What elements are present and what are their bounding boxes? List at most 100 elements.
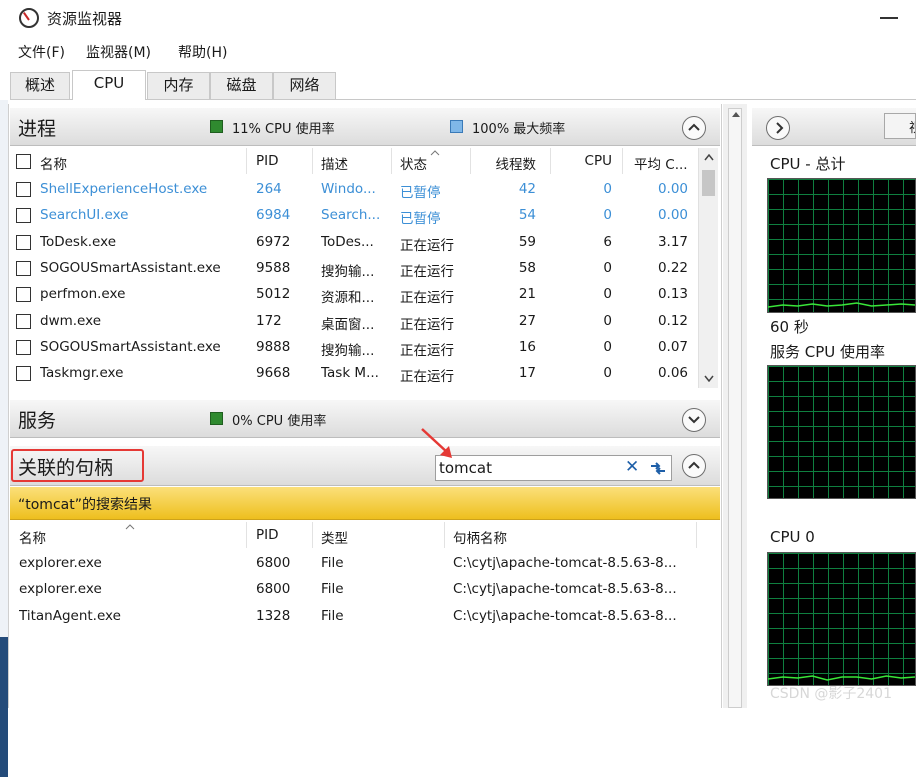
search-result-label: “tomcat”的搜索结果 [18,497,152,513]
handle-name: C:\cytj\apache-tomcat-8.5.63-8... [453,555,677,571]
col-cpu[interactable]: CPU [550,153,612,169]
process-row[interactable]: Taskmgr.exe 9668 Task M... 正在运行 17 0 0.06 [10,362,698,388]
handle-search-input[interactable]: tomcat ✕ [435,455,672,481]
process-row[interactable]: SOGOUSmartAssistant.exe 9588 搜狗输... 正在运行 58 0… [10,257,698,283]
process-avg-cpu: 0.13 [657,286,688,303]
process-pid: 172 [256,312,282,329]
process-pid: 264 [256,181,282,197]
col-name[interactable]: 名称 [40,153,67,173]
clear-search-icon[interactable]: ✕ [625,457,639,477]
process-row[interactable]: SearchUI.exe 6984 Search... 已暂停 54 0 0.00 [10,204,698,230]
process-avg-cpu: 0.00 [657,207,688,224]
menu-monitor[interactable]: 监视器(M) [86,42,151,62]
select-all-checkbox[interactable] [16,154,31,169]
process-name: SOGOUSmartAssistant.exe [40,259,221,276]
collapse-processes-button[interactable] [682,116,706,140]
cpu0-label: CPU 0 [770,528,815,546]
tab-disk[interactable]: 磁盘 [210,72,273,99]
process-checkbox[interactable] [16,287,31,303]
main-pane-scrollbar[interactable] [728,108,742,708]
process-cpu: 0 [603,181,612,197]
handle-pid: 6800 [256,555,291,571]
handle-search-value: tomcat [439,459,492,477]
process-threads: 27 [518,312,536,329]
handle-process-name: TitanAgent.exe [19,607,121,624]
collapse-handles-button[interactable] [682,454,706,478]
col-threads[interactable]: 线程数 [470,153,537,173]
process-pid: 6984 [256,207,291,224]
collapse-graphs-button[interactable] [766,116,790,140]
process-checkbox[interactable] [16,234,31,250]
col-status[interactable]: 状态 [400,153,427,173]
tab-network[interactable]: 网络 [273,72,336,99]
process-row[interactable]: dwm.exe 172 桌面窗... 正在运行 27 0 0.12 [10,310,698,336]
process-threads: 17 [518,365,536,382]
process-checkbox[interactable] [16,313,31,329]
process-checkbox[interactable] [16,208,31,224]
handle-row[interactable]: explorer.exe 6800 File C:\cytj\apache-tomca… [10,552,698,578]
chevron-up-icon [688,123,700,131]
tab-memory[interactable]: 内存 [147,72,210,99]
handle-process-name: explorer.exe [19,581,102,598]
process-threads: 16 [518,338,536,355]
expand-services-button[interactable] [682,408,706,432]
scroll-thumb[interactable] [702,170,715,196]
process-row[interactable]: ToDesk.exe 6972 ToDes... 正在运行 59 6 3.17 [10,231,698,257]
process-row[interactable]: ShellExperienceHost.exe 264 Windo... 已暂停 42 0… [10,178,698,204]
handle-pid: 1328 [256,607,291,624]
process-threads: 58 [518,259,536,276]
col-description[interactable]: 描述 [321,153,348,173]
col-handle-name[interactable]: 句柄名称 [453,527,507,547]
process-checkbox[interactable] [16,182,31,197]
chevron-up-icon [688,461,700,469]
tab-cpu[interactable]: CPU [72,70,146,100]
process-cpu: 0 [603,259,612,276]
process-name: SOGOUSmartAssistant.exe [40,338,221,355]
menu-file[interactable]: 文件(F) [18,42,65,62]
process-cpu: 0 [603,207,612,224]
process-cpu: 0 [603,286,612,303]
handle-row[interactable]: explorer.exe 6800 File C:\cytj\apache-tomca… [10,578,698,604]
handle-row[interactable]: TitanAgent.exe 1328 File C:\cytj\apache-tom… [10,605,698,631]
process-checkbox[interactable] [16,260,31,276]
process-row[interactable]: SOGOUSmartAssistant.exe 9888 搜狗输... 正在运行 16 0… [10,336,698,362]
col-handle-type[interactable]: 类型 [321,527,348,547]
max-frequency-legend-icon [450,120,463,133]
watermark: CSDN @影子2401 [770,686,892,702]
title-bar: 资源监视器 [0,0,916,38]
col-handle-pid[interactable]: PID [256,527,279,543]
tab-bar: 概述 CPU 内存 磁盘 网络 [10,70,916,100]
refresh-search-icon[interactable] [647,457,669,479]
process-description: Windo... [321,181,376,197]
col-handle-process-name[interactable]: 名称 [19,527,46,547]
annotation-highlight-box [11,449,144,482]
minimize-button[interactable] [880,17,898,19]
process-avg-cpu: 3.17 [657,233,688,250]
menu-help[interactable]: 帮助(H) [178,42,227,62]
process-row[interactable]: perfmon.exe 5012 资源和... 正在运行 21 0 0.13 [10,283,698,309]
process-checkbox[interactable] [16,366,31,382]
process-name: Taskmgr.exe [40,365,124,382]
processes-header[interactable]: 进程 11% CPU 使用率 100% 最大频率 [10,108,720,146]
process-status: 正在运行 [400,342,454,359]
process-status: 正在运行 [400,290,454,307]
col-pid[interactable]: PID [256,153,279,169]
left-edge-strip [0,100,8,777]
handles-table: 名称 PID 类型 句柄名称 explorer.exe 6800 File C:\cy… [10,522,698,632]
col-avg-cpu[interactable]: 平均 C... [634,153,696,173]
view-button[interactable]: 视 [884,113,916,139]
process-status: 已暂停 [400,211,441,228]
process-threads: 59 [518,233,536,250]
process-checkbox[interactable] [16,339,31,355]
process-description: 资源和... [321,290,375,307]
process-status: 正在运行 [400,237,454,254]
tab-overview[interactable]: 概述 [10,72,70,99]
process-name: SearchUI.exe [40,207,129,224]
processes-scrollbar[interactable] [698,148,718,388]
services-header[interactable]: 服务 0% CPU 使用率 [10,400,720,438]
sort-up-icon [430,144,440,160]
process-status: 已暂停 [400,185,441,201]
process-cpu: 0 [603,365,612,382]
process-pid: 9588 [256,259,291,276]
processes-cpu-usage: 11% CPU 使用率 [232,122,335,137]
